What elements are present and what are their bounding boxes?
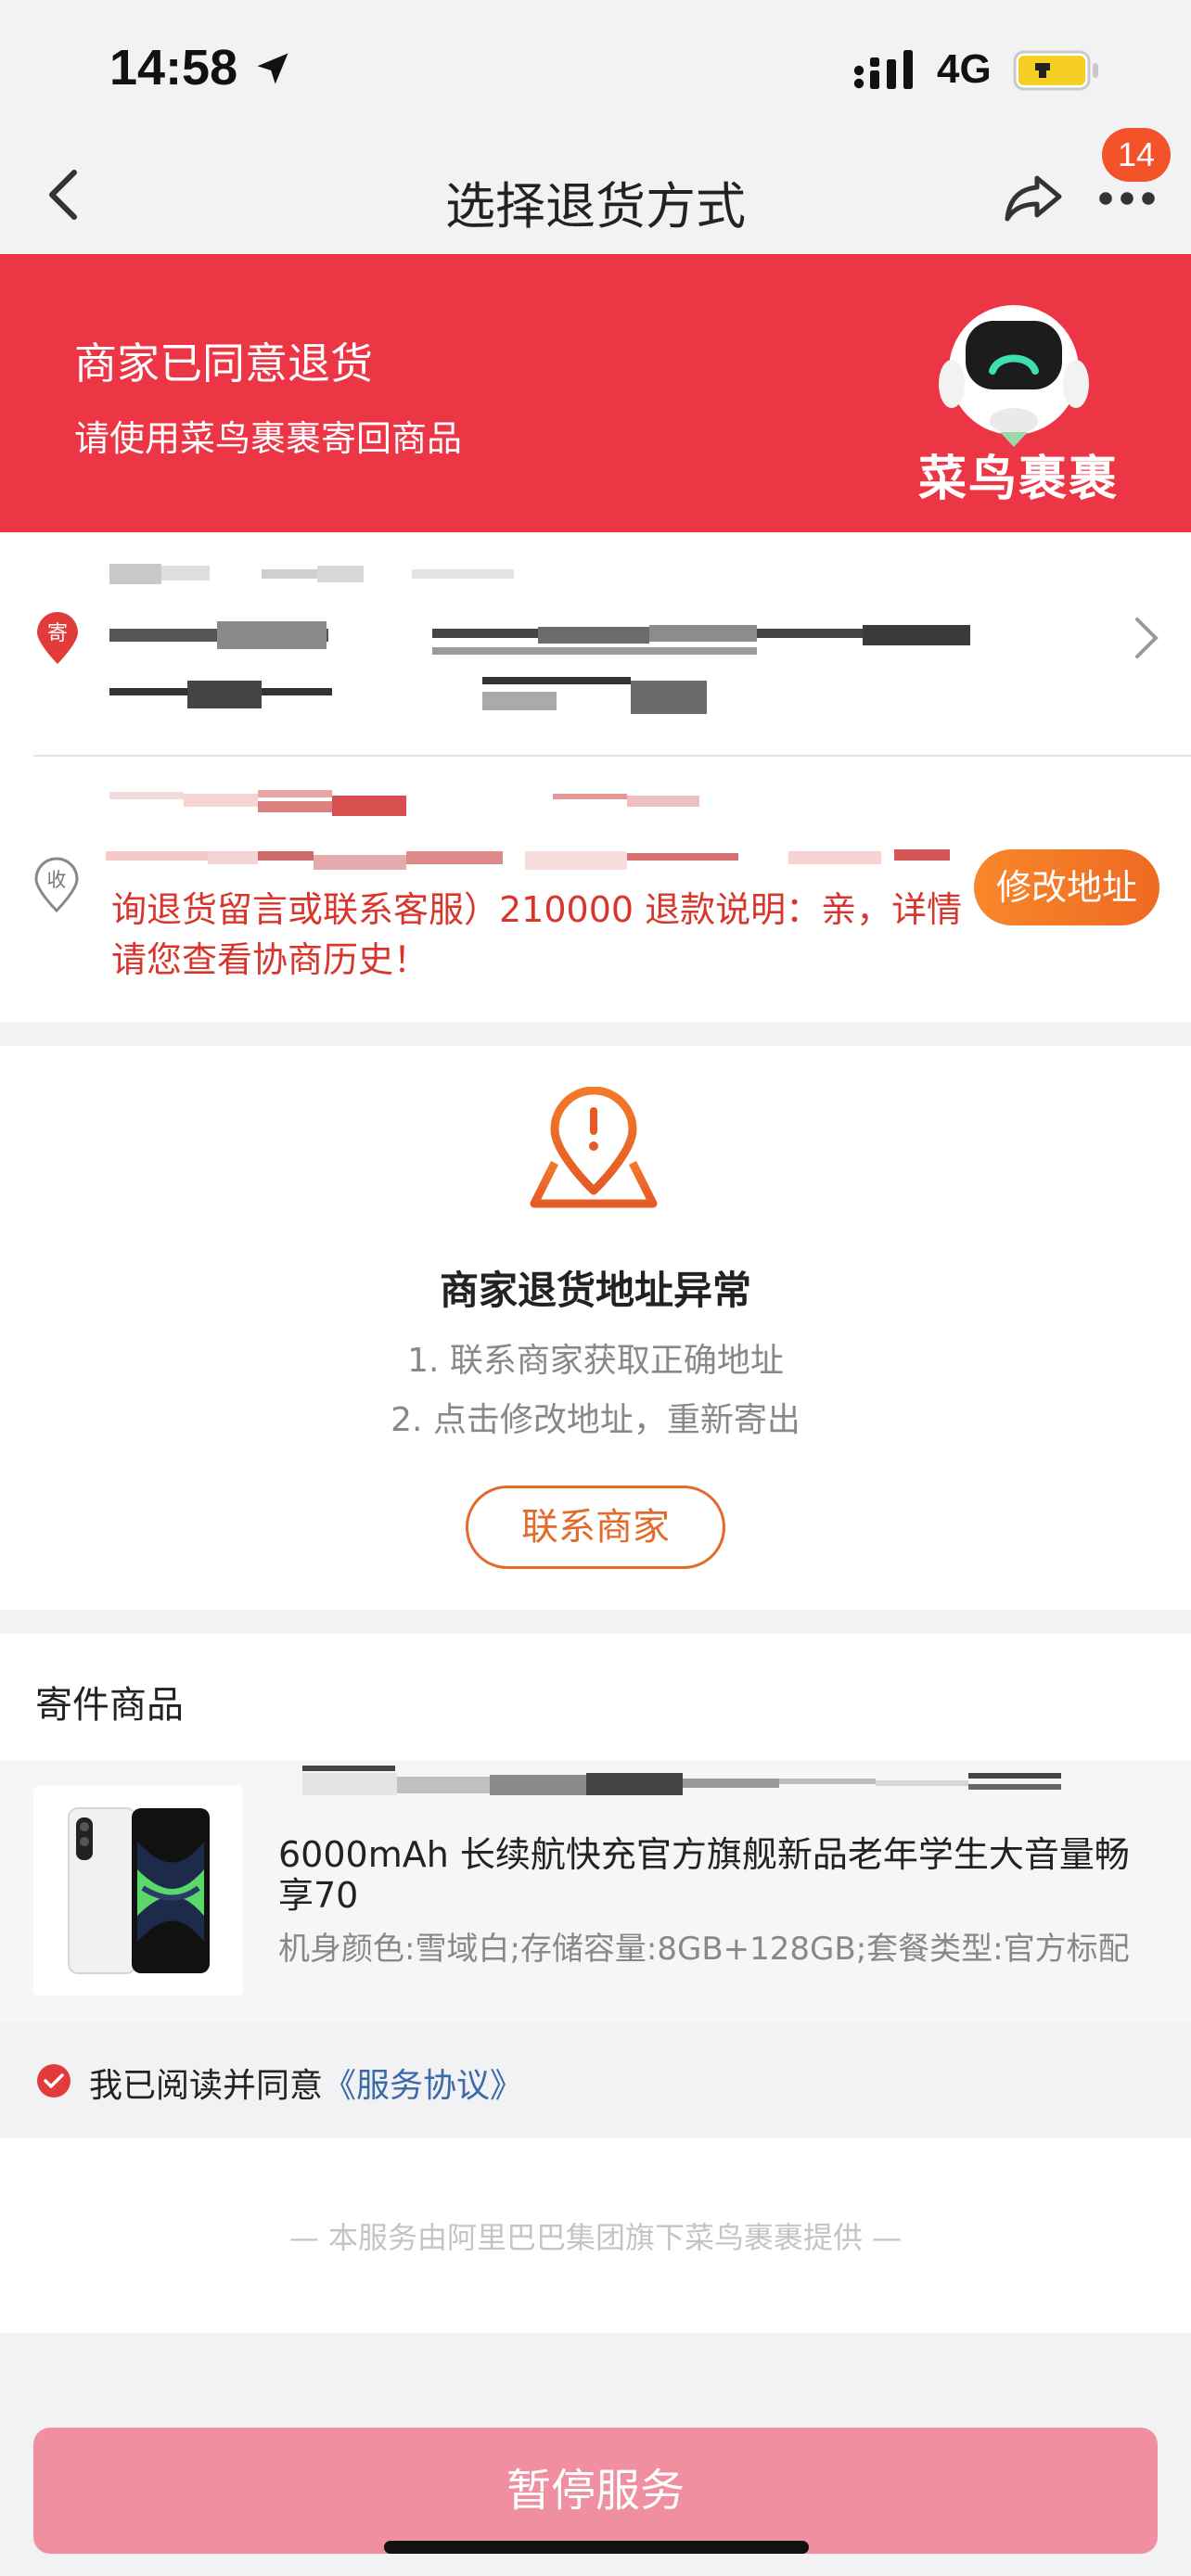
contact-merchant-button[interactable]: 联系商家: [466, 1486, 725, 1569]
home-indicator: [384, 2541, 809, 2554]
banner-title: 商家已同意退货: [74, 338, 373, 389]
service-provider-text: — 本服务由阿里巴巴集团旗下菜鸟裹裹提供 —: [288, 2220, 903, 2255]
goods-card: 寄件商品 6000mAh 长续航快充官方旗舰新品老年学生大音量畅享70 机身颜色…: [0, 1634, 1191, 2023]
location-arrow-icon: [257, 53, 288, 84]
checkbox-checked-icon[interactable]: [35, 2062, 72, 2099]
pause-service-button[interactable]: 暂停服务: [33, 2428, 1158, 2554]
receiver-pin-icon: 收: [34, 857, 79, 913]
address-anomaly-card: 商家退货地址异常 1. 联系商家获取正确地址 2. 点击修改地址，重新寄出 联系…: [0, 1046, 1191, 1610]
service-agreement-link[interactable]: 《服务协议》: [323, 2067, 523, 2105]
goods-section-title: 寄件商品: [35, 1684, 184, 1727]
agreement-text: 我已阅读并同意《服务协议》: [89, 2059, 523, 2107]
status-bar: 14:58 4G: [0, 0, 1191, 139]
status-time: 14:58: [109, 40, 238, 96]
signal-icon: [853, 50, 913, 89]
anomaly-tip-2: 2. 点击修改地址，重新寄出: [391, 1401, 800, 1439]
anomaly-tip-1: 1. 联系商家获取正确地址: [407, 1342, 784, 1380]
agreement-prefix: 我已阅读并同意: [89, 2067, 324, 2105]
goods-spec: 机身颜色:雪域白;存储容量:8GB+128GB;套餐类型:官方标配: [278, 1931, 1130, 1968]
receiver-tag: 收: [47, 869, 67, 891]
product-image: [33, 1786, 243, 1996]
battery-icon: [1013, 50, 1098, 91]
footer-area: — 本服务由阿里巴巴集团旗下菜鸟裹裹提供 —: [0, 2138, 1191, 2333]
edit-address-button[interactable]: 修改地址: [974, 849, 1159, 925]
network-label: 4G: [937, 46, 992, 92]
address-divider: [33, 755, 1191, 757]
goods-item[interactable]: 6000mAh 长续航快充官方旗舰新品老年学生大音量畅享70 机身颜色:雪域白;…: [0, 1760, 1191, 2023]
sender-pin-icon: 寄: [37, 612, 78, 664]
cainiao-mascot-icon: [939, 305, 1089, 447]
receiver-address-note: 询退货留言或联系客服）210000 退款说明：亲，详情请您查看协商历史！: [111, 889, 963, 980]
banner-subtitle: 请使用菜鸟裹裹寄回商品: [74, 418, 463, 459]
address-card[interactable]: 寄 收 询退货留言或联系客服）210000 退款说明：亲，详情请您查看协商历史！…: [0, 532, 1191, 1022]
sender-tag: 寄: [47, 622, 68, 645]
nav-bar: 选择退货方式: [0, 139, 1191, 254]
anomaly-title: 商家退货地址异常: [439, 1268, 751, 1313]
goods-name: 6000mAh 长续航快充官方旗舰新品老年学生大音量畅享70: [278, 1834, 1130, 1916]
chevron-right-icon[interactable]: [1133, 616, 1159, 660]
notification-badge: 14: [1102, 128, 1171, 182]
address-warning-icon: [530, 1087, 658, 1208]
cainiao-brand-text: 菜鸟裹裹: [918, 452, 1120, 507]
return-banner: 商家已同意退货 请使用菜鸟裹裹寄回商品 菜鸟裹裹: [0, 254, 1191, 532]
share-icon[interactable]: [1000, 163, 1067, 230]
agreement-row: 我已阅读并同意《服务协议》: [0, 2023, 1191, 2138]
